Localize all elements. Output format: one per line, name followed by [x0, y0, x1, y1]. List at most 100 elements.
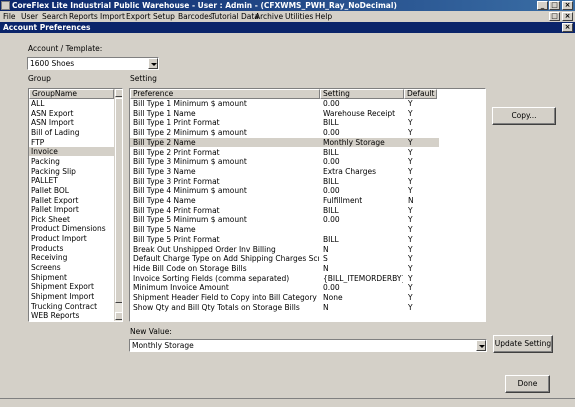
table-row[interactable]: Bill Type 1 Minimum $ amount 0.00 Y [130, 99, 439, 108]
cell-default: Y [408, 99, 413, 108]
group-list-item[interactable]: WEB Reports [29, 311, 116, 320]
cell-preference: Bill Type 1 Print Format [133, 118, 220, 128]
table-row[interactable]: Shipment Header Field to Copy into Bill … [130, 293, 439, 302]
menu-export[interactable]: Export [126, 11, 151, 22]
cell-setting: N [323, 263, 329, 273]
group-list-item[interactable]: Shipment [29, 273, 116, 282]
new-value-select[interactable]: Monthly Storage [129, 339, 487, 352]
table-row[interactable]: Bill Type 2 Print Format BILL Y [130, 148, 439, 157]
menu-utilities[interactable]: Utilities [285, 11, 313, 22]
cell-setting: BILL [323, 234, 339, 244]
update-setting-button[interactable]: Update Setting [493, 335, 553, 353]
group-list-item[interactable]: Pallet BOL [29, 186, 116, 195]
settings-table[interactable]: Preference Setting Default Bill Type 1 M… [129, 88, 486, 322]
chevron-down-icon[interactable] [148, 58, 158, 69]
group-list-item[interactable]: Shipment Import [29, 292, 116, 301]
table-row[interactable]: Default Charge Type on Add Shipping Char… [130, 254, 439, 263]
menu-archive[interactable]: Archive [255, 11, 283, 22]
group-list-item[interactable]: Invoice [29, 147, 116, 157]
account-label: Account / Template: [28, 44, 103, 53]
table-row[interactable]: Bill Type 5 Print Format BILL Y [130, 235, 439, 244]
table-row[interactable]: Bill Type 1 Name Warehouse Receipt Y [130, 109, 439, 118]
copy-button[interactable]: Copy... [492, 107, 556, 125]
cell-default: Y [408, 273, 413, 283]
group-list-item[interactable]: FTP [29, 138, 116, 147]
table-row[interactable]: Invoice Sorting Fields (comma separated)… [130, 274, 439, 283]
scroll-down-icon[interactable] [115, 312, 122, 320]
scroll-up-icon[interactable] [115, 89, 122, 97]
group-list-item[interactable]: Screens [29, 263, 116, 272]
menu-setup[interactable]: Setup [153, 11, 175, 22]
group-list-item[interactable]: Pallet Export [29, 196, 116, 205]
group-list-item[interactable]: Shipment Export [29, 282, 116, 291]
table-row[interactable]: Bill Type 4 Name Fulfillment N [130, 196, 439, 205]
group-list-item[interactable]: Bill of Lading [29, 128, 116, 137]
menu-file[interactable]: File [3, 11, 16, 22]
cell-preference: Hide Bill Code on Storage Bills [133, 263, 247, 273]
cell-setting: BILL [323, 147, 339, 157]
child-restore-icon[interactable]: □ [549, 12, 560, 21]
minimize-icon[interactable]: _ [537, 1, 548, 10]
group-list-item[interactable]: Packing Slip [29, 167, 116, 176]
group-list-item[interactable]: Pick Sheet [29, 215, 116, 224]
col-preference[interactable]: Preference [130, 89, 320, 99]
table-row[interactable]: Bill Type 3 Print Format BILL Y [130, 177, 439, 186]
scroll-thumb[interactable] [115, 98, 122, 303]
table-row[interactable]: Break Out Unshipped Order Inv Billing N Y [130, 245, 439, 254]
table-row[interactable]: Bill Type 3 Name Extra Charges Y [130, 167, 439, 176]
chevron-down-icon[interactable] [476, 340, 486, 351]
table-row[interactable]: Bill Type 5 Minimum $ amount 0.00 Y [130, 215, 439, 224]
child-close-icon[interactable]: × [562, 12, 573, 21]
col-setting[interactable]: Setting [320, 89, 404, 99]
group-list-item[interactable]: Receiving [29, 253, 116, 262]
table-row[interactable]: Bill Type 5 Name Y [130, 225, 439, 234]
done-button[interactable]: Done [505, 375, 550, 393]
dialog-close-icon[interactable]: × [562, 23, 573, 32]
table-row[interactable]: Show Qty and Bill Qty Totals on Storage … [130, 303, 439, 312]
account-select[interactable]: 1600 Shoes [27, 57, 159, 70]
group-list-item[interactable]: Product Dimensions [29, 224, 116, 233]
table-row[interactable]: Bill Type 4 Minimum $ amount 0.00 Y [130, 186, 439, 195]
group-list[interactable]: GroupName ALL ASN Export ASN Import Bill of… [28, 88, 123, 322]
cell-setting: N [323, 244, 329, 254]
group-list-item[interactable]: Pallet Import [29, 205, 116, 214]
group-list-item[interactable]: Trucking Contract [29, 302, 116, 311]
menu-tutorial-data[interactable]: Tutorial Data [211, 11, 259, 22]
group-list-item[interactable]: PALLET [29, 176, 116, 185]
maximize-icon[interactable]: □ [549, 1, 560, 10]
dialog-titlebar: Account Preferences × [0, 22, 575, 33]
menu-bar: File User Search Reports Import Export S… [0, 11, 575, 22]
table-row[interactable]: Bill Type 1 Print Format BILL Y [130, 118, 439, 127]
status-bar [0, 398, 575, 407]
group-list-item[interactable]: Products [29, 244, 116, 253]
menu-reports[interactable]: Reports [69, 11, 98, 22]
table-row[interactable]: Bill Type 3 Minimum $ amount 0.00 Y [130, 157, 439, 166]
group-list-item[interactable]: Packing [29, 157, 116, 166]
menu-import[interactable]: Import [100, 11, 125, 22]
group-list-item[interactable]: Product Import [29, 234, 116, 243]
cell-preference: Bill Type 5 Name [133, 225, 196, 235]
cell-default: Y [408, 176, 413, 186]
col-default[interactable]: Default [404, 89, 437, 99]
menu-help[interactable]: Help [315, 11, 332, 22]
group-list-item[interactable]: ASN Export [29, 109, 116, 118]
table-row[interactable]: Bill Type 2 Name Monthly Storage Y [130, 137, 439, 147]
close-icon[interactable]: × [562, 1, 573, 10]
table-row[interactable]: Bill Type 4 Print Format BILL Y [130, 206, 439, 215]
cell-preference: Bill Type 4 Minimum $ amount [133, 186, 247, 196]
cell-default: Y [408, 283, 413, 293]
group-header[interactable]: GroupName [29, 89, 114, 99]
table-row[interactable]: Bill Type 2 Minimum $ amount 0.00 Y [130, 128, 439, 137]
menu-barcodes[interactable]: Barcodes [178, 11, 213, 22]
menu-search[interactable]: Search [42, 11, 68, 22]
group-scrollbar[interactable] [114, 89, 122, 321]
table-row[interactable]: Minimum Invoice Amount 0.00 Y [130, 283, 439, 292]
group-list-item[interactable]: ALL [29, 99, 116, 108]
table-row[interactable]: Hide Bill Code on Storage Bills N Y [130, 264, 439, 273]
cell-default: Y [408, 293, 413, 302]
menu-user[interactable]: User [21, 11, 38, 22]
cell-preference: Shipment Header Field to Copy into Bill … [133, 293, 317, 302]
cell-preference: Bill Type 3 Print Format [133, 176, 220, 186]
cell-setting: BILL [323, 205, 339, 215]
group-list-item[interactable]: ASN Import [29, 118, 116, 127]
